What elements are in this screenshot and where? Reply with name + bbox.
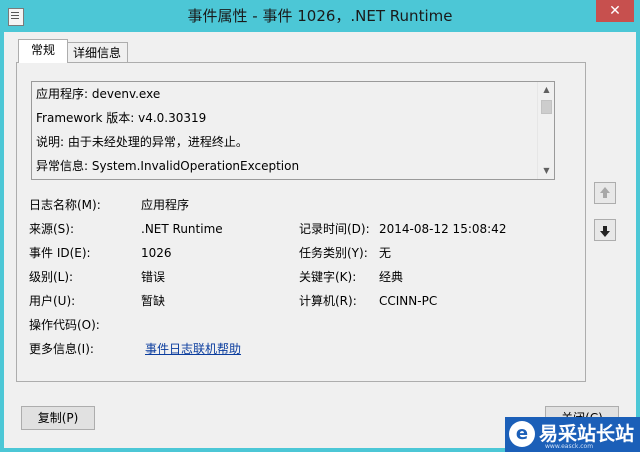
window-title: 事件属性 - 事件 1026，.NET Runtime xyxy=(187,7,453,25)
dialog-client: 常规 详细信息 应用程序: devenv.exe Framework 版本: v… xyxy=(4,32,636,448)
tab-details[interactable]: 详细信息 xyxy=(66,42,128,64)
watermark-text: 易采站长站 xyxy=(539,423,635,445)
log-name-label: 日志名称(M): xyxy=(29,198,101,212)
next-event-button[interactable] xyxy=(594,219,616,241)
description-line: 说明: 由于未经处理的异常，进程终止。 xyxy=(36,135,248,149)
log-name-value: 应用程序 xyxy=(141,198,190,212)
opcode-label: 操作代码(O): xyxy=(29,318,100,332)
level-value: 错误 xyxy=(141,270,166,284)
watermark-url: www.easck.com xyxy=(545,443,594,450)
watermark: e 易采站长站 www.easck.com xyxy=(505,417,640,452)
tab-general[interactable]: 常规 xyxy=(18,39,68,63)
previous-event-button[interactable] xyxy=(594,182,616,204)
scroll-up-icon[interactable]: ▲ xyxy=(538,82,554,98)
copy-button[interactable]: 复制(P) xyxy=(21,406,95,430)
description-line: 异常信息: System.InvalidOperationException xyxy=(36,159,300,173)
title-bar: 事件属性 - 事件 1026，.NET Runtime ✕ xyxy=(0,0,640,32)
source-value: .NET Runtime xyxy=(141,222,223,236)
logged-label: 记录时间(D): xyxy=(299,222,370,236)
arrow-down-icon xyxy=(600,226,610,237)
window-close-button[interactable]: ✕ xyxy=(596,0,634,22)
more-info-label: 更多信息(I): xyxy=(29,342,94,356)
source-label: 来源(S): xyxy=(29,222,75,236)
keywords-value: 经典 xyxy=(379,270,404,284)
computer-label: 计算机(R): xyxy=(299,294,357,308)
description-line: 应用程序: devenv.exe xyxy=(36,87,161,101)
keywords-label: 关键字(K): xyxy=(299,270,357,284)
online-help-link[interactable]: 事件日志联机帮助 xyxy=(145,339,241,359)
general-panel: 应用程序: devenv.exe Framework 版本: v4.0.3031… xyxy=(16,62,586,382)
arrow-up-icon xyxy=(600,187,610,198)
scrollbar-thumb[interactable] xyxy=(541,100,552,114)
level-label: 级别(L): xyxy=(29,270,74,284)
task-category-label: 任务类别(Y): xyxy=(299,246,368,260)
scroll-down-icon[interactable]: ▼ xyxy=(538,163,554,179)
computer-value: CCINN-PC xyxy=(379,294,438,308)
event-id-value: 1026 xyxy=(141,246,172,260)
event-id-label: 事件 ID(E): xyxy=(29,246,91,260)
user-label: 用户(U): xyxy=(29,294,76,308)
description-scrollbar[interactable]: ▲ ▼ xyxy=(537,82,554,179)
watermark-logo-icon: e xyxy=(509,421,535,447)
description-line: Framework 版本: v4.0.30319 xyxy=(36,111,207,125)
task-category-value: 无 xyxy=(379,246,392,260)
logged-value: 2014-08-12 15:08:42 xyxy=(379,222,507,236)
event-description[interactable]: 应用程序: devenv.exe Framework 版本: v4.0.3031… xyxy=(31,81,555,180)
user-value: 暂缺 xyxy=(141,294,166,308)
